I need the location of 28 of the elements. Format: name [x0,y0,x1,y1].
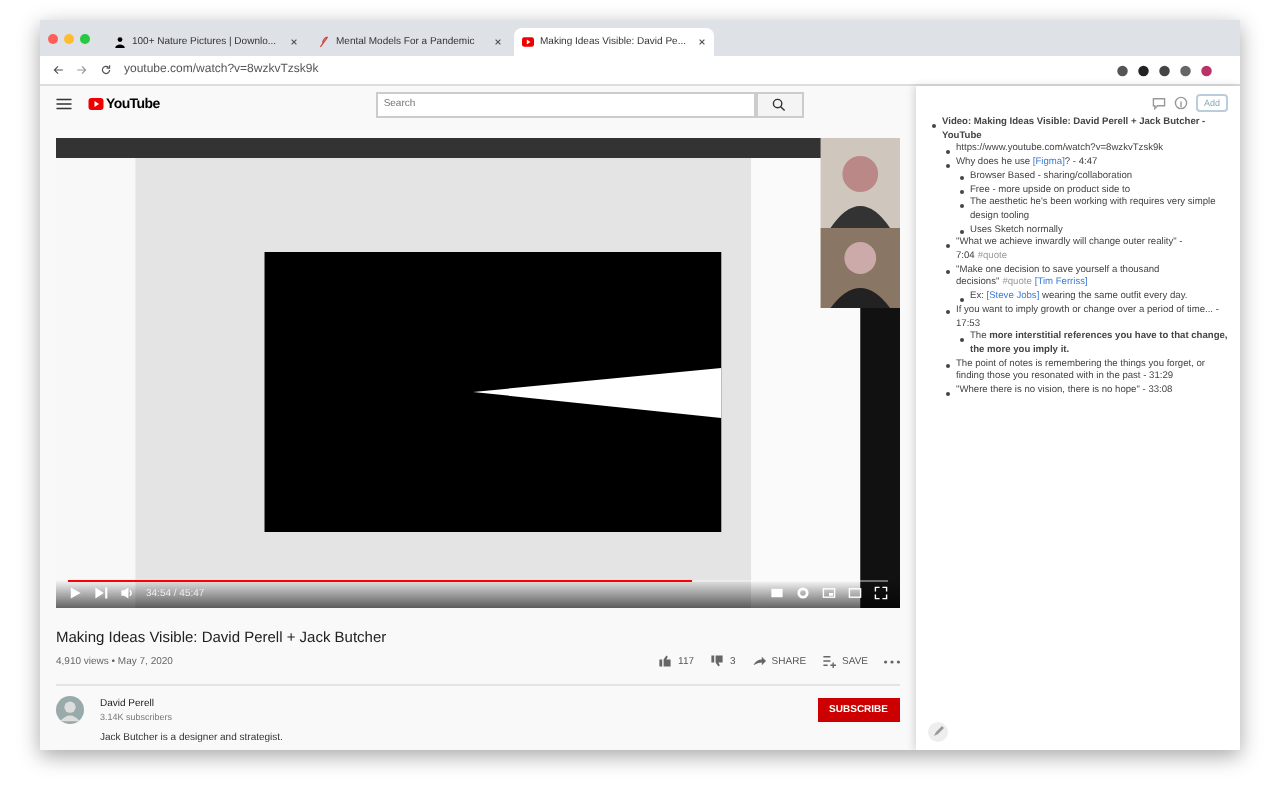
close-icon[interactable] [494,38,502,46]
share-arrow-icon [751,654,766,668]
back-icon[interactable] [52,64,64,76]
thumbs-down-icon [710,654,725,668]
settings-icon[interactable] [796,586,810,600]
play-icon[interactable] [68,586,82,600]
miniplayer-icon[interactable] [822,586,836,600]
close-icon[interactable] [290,38,298,46]
fullscreen-icon[interactable] [874,586,888,600]
feather-icon [318,36,330,48]
comment-icon[interactable] [1151,96,1166,110]
next-icon[interactable] [94,586,108,600]
avatar[interactable] [56,696,84,724]
forward-icon[interactable] [76,64,88,76]
pencil-icon[interactable] [928,722,948,742]
close-icon[interactable] [698,38,706,46]
info-icon[interactable] [1173,96,1188,110]
volume-icon[interactable] [120,586,134,600]
search-button[interactable] [755,91,804,117]
reload-icon[interactable] [100,64,112,76]
video-play-icon [522,36,534,48]
add-to-list-icon [822,654,837,668]
theater-icon[interactable] [848,586,862,600]
captions-icon[interactable] [770,586,784,600]
search-icon [772,97,787,111]
menu-icon[interactable] [56,98,72,110]
thumbs-up-icon [658,654,673,668]
person-icon [114,36,126,48]
